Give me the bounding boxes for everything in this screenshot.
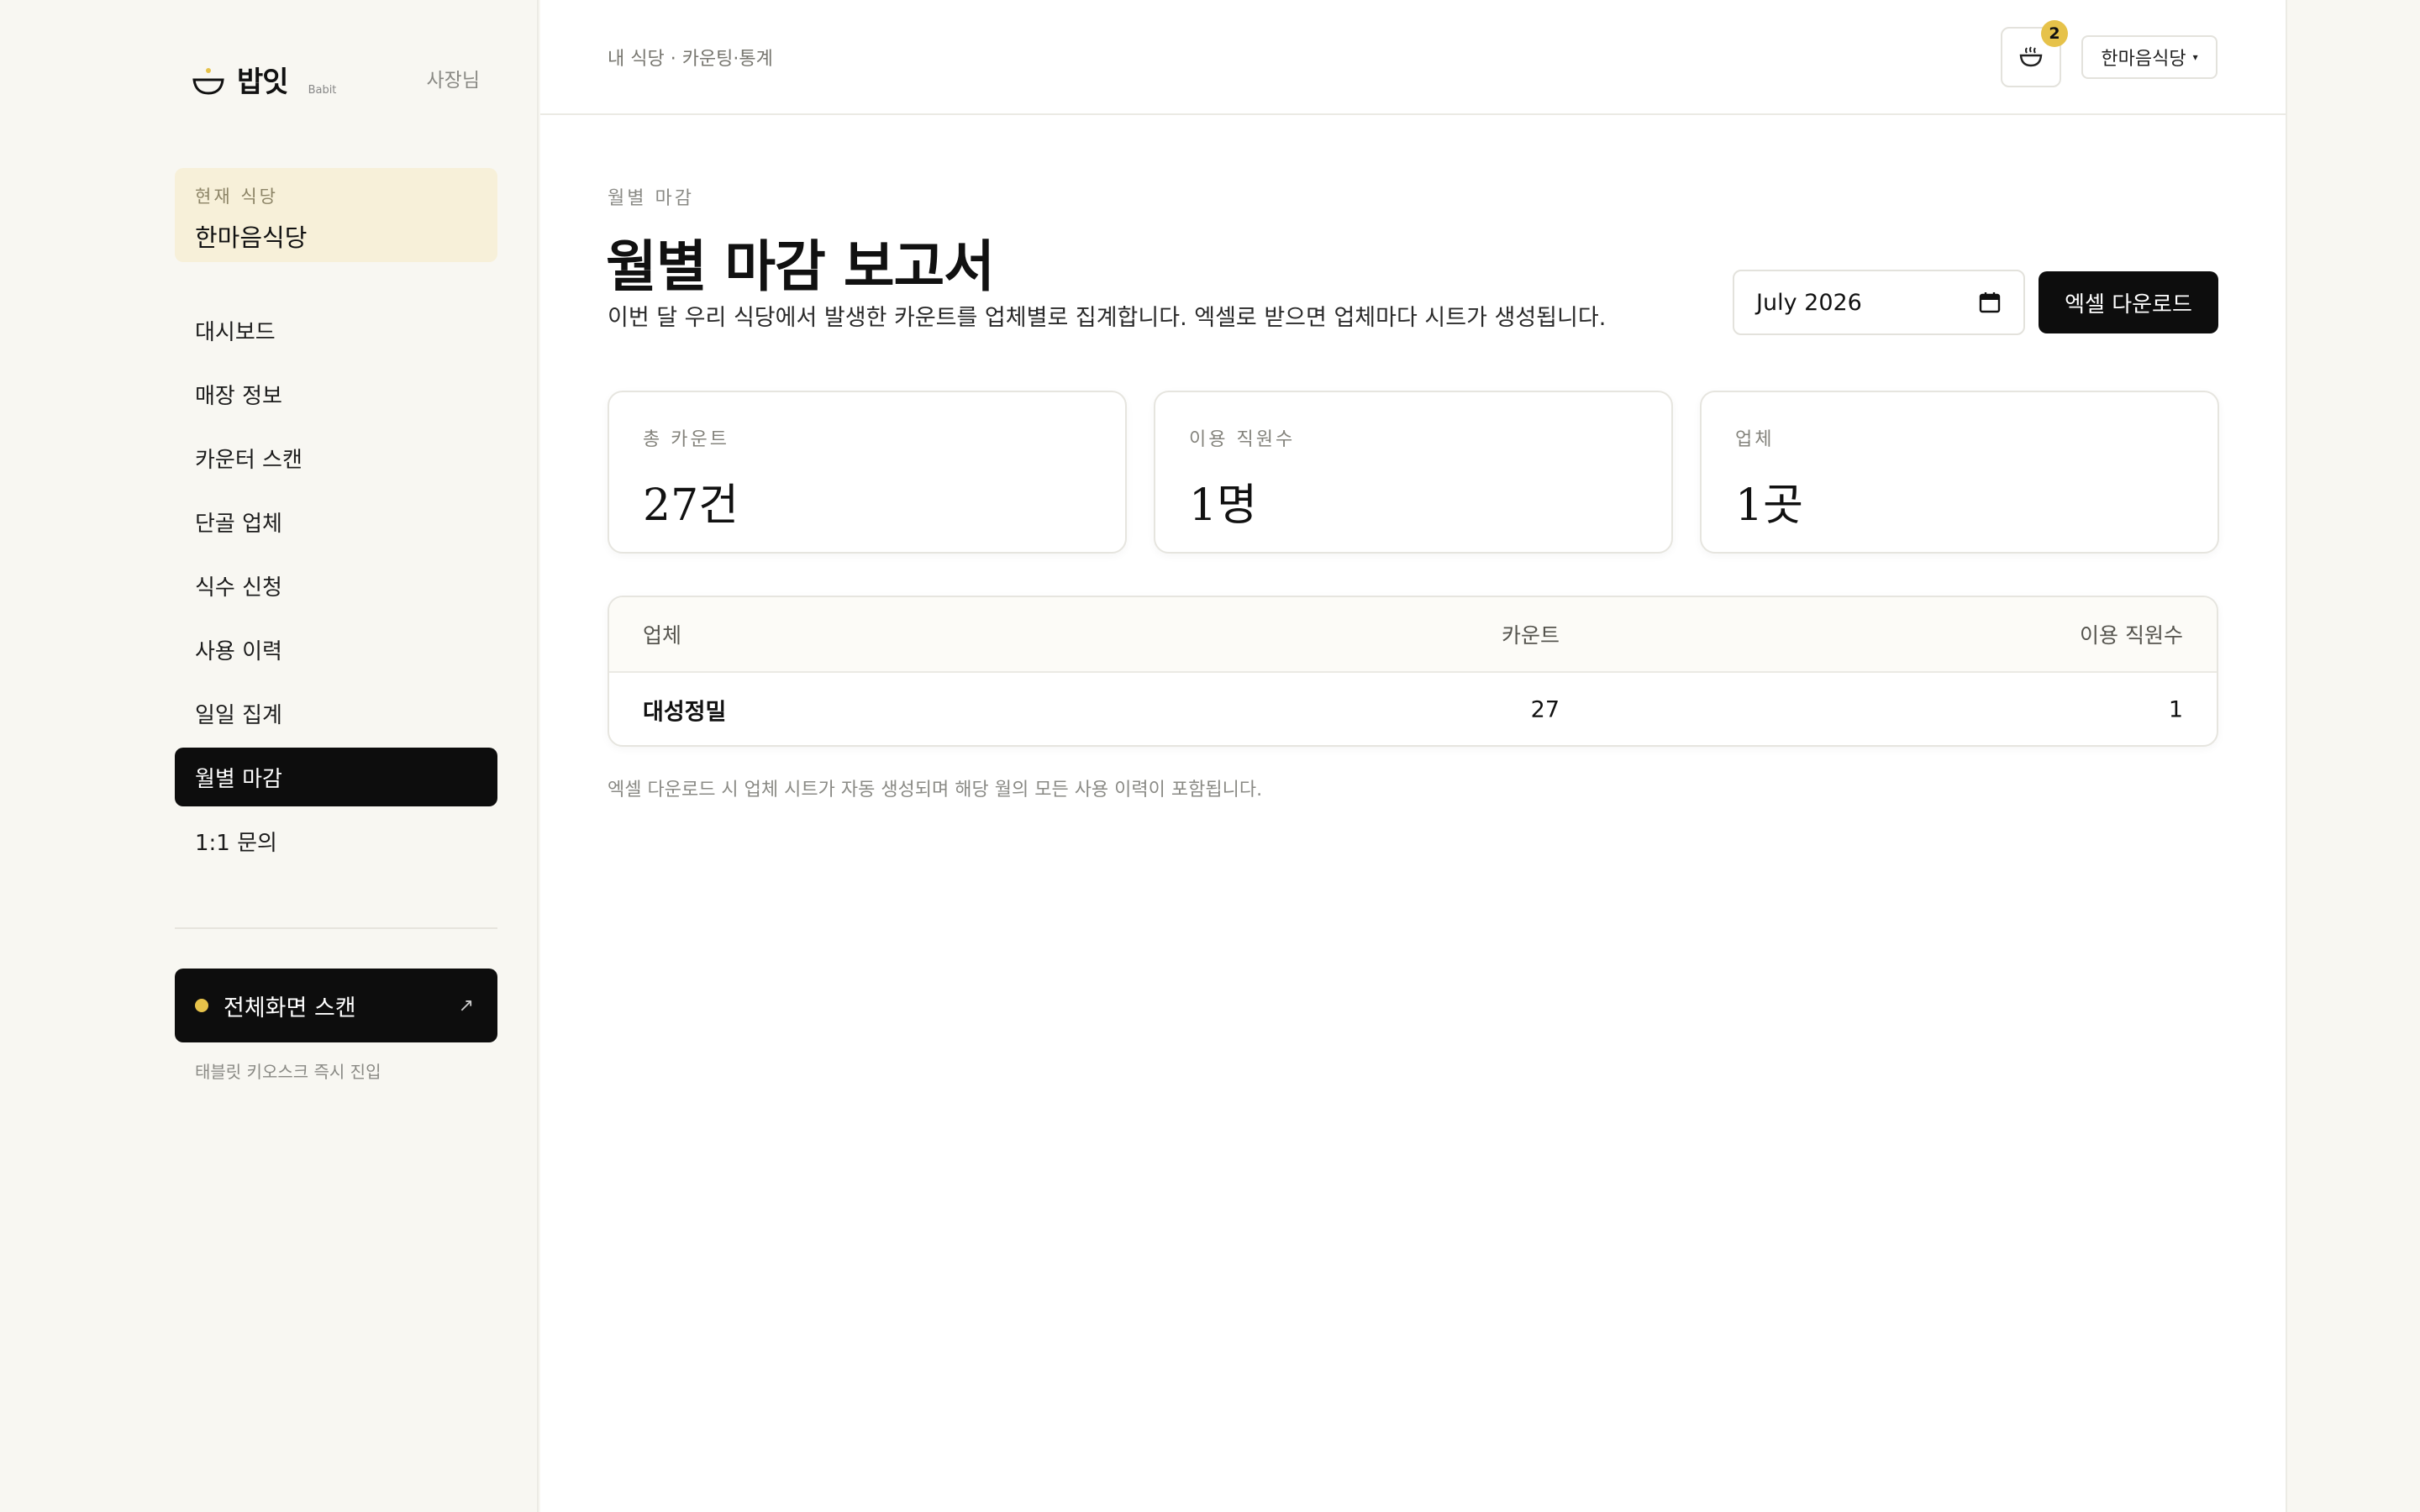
excel-download-button[interactable]: 엑셀 다운로드 (2039, 271, 2218, 333)
table-header: 업체 카운트 이용 직원수 (609, 597, 2217, 673)
right-margin (2286, 0, 2420, 1512)
company-summary-table: 업체 카운트 이용 직원수 대성정밀 27 1 (608, 596, 2218, 747)
topbar: 내 식당 · 카운팅·통계 2 한마음식당 ▾ (540, 0, 2286, 115)
cell-employees: 1 (2168, 696, 2183, 723)
sidebar-item-inquiry[interactable]: 1:1 문의 (175, 811, 497, 870)
sidebar-item-dashboard[interactable]: 대시보드 (175, 301, 497, 360)
page-description: 이번 달 우리 식당에서 발생한 카운트를 업체별로 집계합니다. 엑셀로 받으… (608, 305, 1607, 331)
sidebar-item-counter-scan[interactable]: 카운터 스캔 (175, 428, 497, 487)
sidebar-item-label: 식수 신청 (195, 575, 282, 601)
sidebar-item-label: 1:1 문의 (195, 830, 277, 856)
column-header-count: 카운트 (1501, 623, 1560, 648)
sidebar-item-label: 월별 마감 (195, 766, 282, 792)
store-select[interactable]: 한마음식당 ▾ (2081, 35, 2217, 79)
brand-sub: Babit (308, 84, 337, 97)
month-value: July 2026 (1756, 289, 1862, 316)
stat-card-employee-count: 이용 직원수 1명 (1154, 391, 1673, 554)
sidebar-item-label: 일일 집계 (195, 702, 282, 728)
fullscreen-scan-button[interactable]: 전체화면 스캔 ↗ (175, 969, 497, 1042)
stat-label: 이용 직원수 (1189, 429, 1296, 450)
stat-value: 1명 (1189, 480, 1257, 531)
main-content: 내 식당 · 카운팅·통계 2 한마음식당 ▾ 월별 마감 월별 마감 보고서 … (540, 0, 2286, 1512)
sidebar-item-label: 매장 정보 (195, 383, 282, 409)
rice-bowl-icon (192, 68, 224, 95)
status-dot-icon (195, 999, 208, 1012)
footnote: 엑셀 다운로드 시 업체 시트가 자동 생성되며 해당 월의 모든 사용 이력이… (608, 780, 1263, 801)
chevron-down-icon: ▾ (2192, 51, 2198, 63)
external-arrow-icon: ↗ (458, 995, 474, 1016)
stat-card-total-count: 총 카운트 27건 (608, 391, 1127, 554)
kiosk-hint: 태블릿 키오스크 즉시 진입 (195, 1062, 381, 1082)
sidebar-item-label: 카운터 스캔 (195, 447, 302, 473)
sidebar-item-store-info[interactable]: 매장 정보 (175, 365, 497, 423)
sidebar-divider (175, 927, 497, 929)
stat-label: 업체 (1735, 429, 1775, 450)
sidebar-item-daily-summary[interactable]: 일일 집계 (175, 684, 497, 743)
current-restaurant-card: 현재 식당 한마음식당 (175, 168, 497, 262)
breadcrumb: 내 식당 · 카운팅·통계 (608, 49, 773, 70)
notification-badge: 2 (2041, 20, 2068, 47)
page-eyebrow: 월별 마감 (608, 188, 694, 209)
sidebar-item-meal-request[interactable]: 식수 신청 (175, 556, 497, 615)
sidebar-item-usage-history[interactable]: 사용 이력 (175, 620, 497, 679)
user-role: 사장님 (426, 70, 480, 92)
column-header-employees: 이용 직원수 (2080, 623, 2183, 648)
current-restaurant-label: 현재 식당 (195, 186, 278, 207)
current-restaurant-name: 한마음식당 (195, 223, 308, 252)
brand[interactable]: 밥잇 Babit (192, 59, 336, 100)
sidebar-item-label: 사용 이력 (195, 638, 282, 664)
notification-button[interactable]: 2 (2001, 20, 2068, 87)
stat-label: 총 카운트 (643, 429, 729, 450)
sidebar-item-label: 단골 업체 (195, 511, 282, 537)
store-select-value: 한마음식당 (2101, 49, 2186, 70)
page-title: 월별 마감 보고서 (606, 234, 995, 299)
column-header-company: 업체 (643, 623, 682, 648)
sidebar-nav: 대시보드 매장 정보 카운터 스캔 단골 업체 식수 신청 사용 이력 일일 집… (175, 301, 497, 875)
calendar-icon[interactable] (1978, 291, 2002, 314)
stat-value: 1곳 (1735, 480, 1803, 531)
brand-name: 밥잇 (237, 66, 289, 99)
sidebar-item-monthly-closing[interactable]: 월별 마감 (175, 748, 497, 806)
sidebar: 밥잇 Babit 사장님 현재 식당 한마음식당 대시보드 매장 정보 카운터 … (0, 0, 539, 1512)
month-picker-input[interactable]: July 2026 (1733, 270, 2025, 335)
stat-value: 27건 (643, 480, 739, 531)
cell-company: 대성정밀 (643, 699, 727, 726)
fullscreen-scan-label: 전체화면 스캔 (224, 995, 356, 1021)
stat-card-company-count: 업체 1곳 (1700, 391, 2219, 554)
rice-bowl-notification-icon (2019, 46, 2043, 67)
sidebar-item-label: 대시보드 (195, 319, 276, 345)
sidebar-item-regular-companies[interactable]: 단골 업체 (175, 492, 497, 551)
cell-count: 27 (1530, 696, 1560, 723)
table-row[interactable]: 대성정밀 27 1 (609, 673, 2217, 745)
